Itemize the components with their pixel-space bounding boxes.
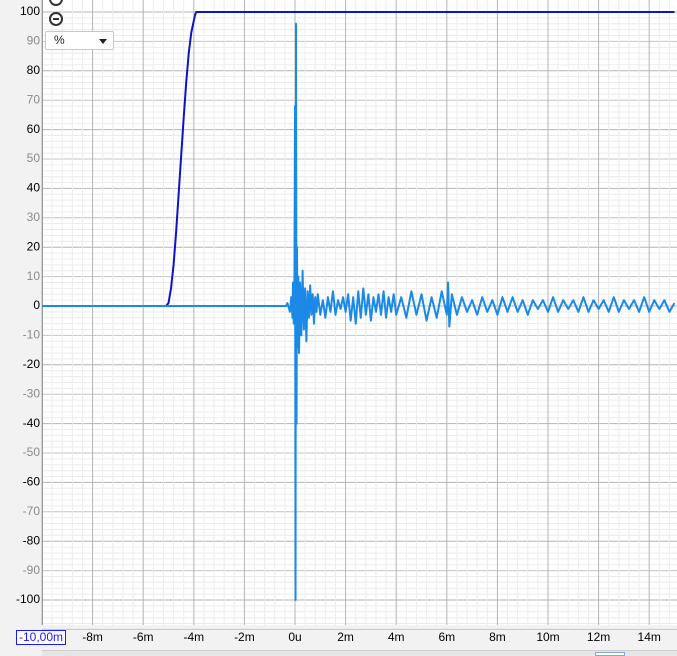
x-tick-label: 6m [438,630,455,644]
y-tick-label: -10 [23,328,41,342]
y-axis-ticks: 100 80 60 40 20 0 -20 -40 -60 -80 -100 90 70 50 30 10 -1… [16,4,40,606]
y-tick-label: -100 [16,592,40,606]
y-tick-label: 70 [27,92,41,106]
x-tick-label: -4m [183,630,204,644]
x-axis-ticks: -8m -6m -4m -2m 0u 2m 4m 6m 8m 10m 12m 14m [82,630,661,644]
y-tick-label: -30 [23,386,41,400]
x-tick-label: 10m [536,630,559,644]
y-tick-label: 20 [27,239,41,253]
x-tick-label: 0u [288,630,301,644]
x-tick-label: 4m [388,630,405,644]
impulse-chart[interactable]: 100 80 60 40 20 0 -20 -40 -60 -80 -100 90 70 50 30 10 -1… [0,0,677,655]
y-tick-label: -40 [23,416,41,430]
x-tick-label: 12m [587,630,610,644]
x-tick-label: -6m [133,630,154,644]
y-tick-label: -20 [23,357,41,371]
y-tick-label: -80 [23,533,41,547]
horizontal-scrollbar[interactable] [42,650,677,656]
y-tick-label: 50 [27,151,41,165]
x-tick-label: 14m [638,630,661,644]
x-tick-label: -8m [82,630,103,644]
unit-select[interactable]: % [45,31,114,50]
x-tick-label: 2m [337,630,354,644]
y-tick-label: -90 [23,563,41,577]
x-tick-label: 8m [489,630,506,644]
unit-select-value: % [54,33,65,47]
chevron-down-icon [99,39,107,44]
y-tick-label: 30 [27,210,41,224]
x-tick-label: -2m [234,630,255,644]
y-tick-label: 0 [33,298,40,312]
y-tick-label: -60 [23,475,41,489]
y-tick-label: -50 [23,445,41,459]
y-tick-label: -70 [23,504,41,518]
y-tick-label: 60 [27,122,41,136]
y-tick-label: 90 [27,34,41,48]
y-tick-label: 40 [27,181,41,195]
y-tick-label: 10 [27,269,41,283]
zoom-out-icon[interactable] [49,12,63,26]
y-tick-label: 80 [27,63,41,77]
scrollbar-thumb[interactable] [595,652,625,656]
x-start-field[interactable]: -10,00m [16,630,66,645]
y-tick-label: 100 [20,4,40,18]
